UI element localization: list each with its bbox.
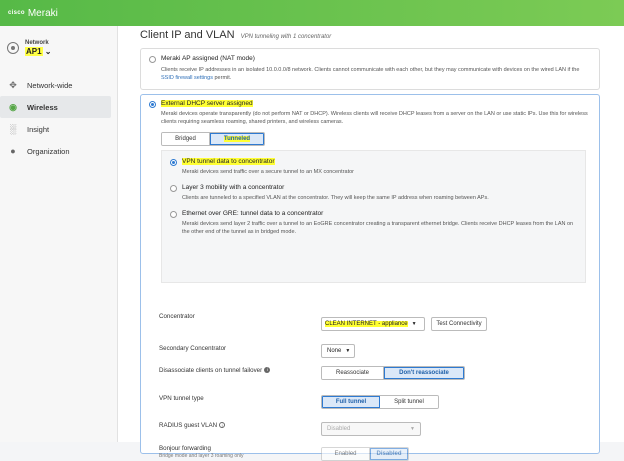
layer3-title: Layer 3 mobility with a concentrator — [182, 184, 285, 191]
vpn-tunnel-title: VPN tunnel data to concentrator — [182, 158, 275, 165]
sidebar-item-label: Wireless — [27, 102, 58, 112]
nat-option-desc: Clients receive IP addresses in an isola… — [161, 66, 591, 82]
bonjour-enabled-option[interactable]: Enabled — [322, 448, 370, 460]
tunneled-label: Tunneled — [223, 136, 251, 142]
vpn-tunnel-radio[interactable] — [170, 159, 177, 166]
dhcp-option-card[interactable]: External DHCP server assigned Meraki dev… — [140, 94, 600, 461]
network-icon — [7, 42, 19, 54]
network-selector[interactable]: Network AP1 ⌄ — [0, 26, 117, 74]
sidebar-item-label: Insight — [27, 124, 50, 134]
caret-down-icon: ▼ — [410, 426, 415, 432]
mode-segment: Bridged Tunneled — [161, 132, 265, 146]
eogre-title: Ethernet over GRE: tunnel data to a conc… — [182, 210, 324, 217]
dhcp-title-text: External DHCP server assigned — [161, 100, 253, 107]
bonjour-sub: Bridge mode and layer 3 roaming only — [159, 453, 244, 459]
dhcp-option-title: External DHCP server assigned — [161, 100, 253, 107]
bonjour-label: Bonjour forwarding — [159, 445, 211, 452]
sidebar-item-label: Network-wide — [27, 80, 73, 90]
failover-segment: Reassociate Don't reassociate — [321, 366, 465, 380]
eogre-desc: Meraki devices send layer 2 traffic over… — [182, 221, 574, 235]
secondary-value: None — [327, 348, 342, 354]
caret-down-icon: ▼ — [345, 348, 351, 354]
radius-label: RADIUS guest VLAN i — [159, 422, 226, 429]
sidebar-item-label: Organization — [27, 146, 70, 156]
concentrator-label: Concentrator — [159, 313, 195, 320]
nat-desc-text: Clients receive IP addresses in an isola… — [161, 67, 580, 73]
nat-mode-radio[interactable] — [149, 56, 156, 63]
sidebar-item-organization[interactable]: ● Organization — [0, 140, 111, 162]
sidebar-item-insight[interactable]: ░ Insight — [0, 118, 111, 140]
page-subtitle: VPN tunneling with 1 concentrator — [240, 34, 332, 40]
radius-label-text: RADIUS guest VLAN — [159, 422, 218, 429]
cisco-logo: cisco — [8, 10, 25, 16]
building-icon: ● — [10, 146, 16, 156]
nat-desc-end: permit. — [214, 75, 232, 81]
brand-name: Meraki — [27, 7, 58, 19]
layer3-desc: Clients are tunneled to a specified VLAN… — [182, 195, 489, 201]
info-icon[interactable]: i — [264, 367, 271, 374]
secondary-concentrator-label: Secondary Concentrator — [159, 345, 227, 352]
failover-label: Disassociate clients on tunnel failover i — [159, 367, 271, 374]
vpn-tunnel-title-text: VPN tunnel data to concentrator — [182, 158, 275, 165]
sidebar-item-network-wide[interactable]: ✥ Network-wide — [0, 74, 111, 96]
vpn-tunnel-desc: Meraki devices send traffic over a secur… — [182, 169, 355, 175]
ssid-firewall-link[interactable]: SSID firewall settings — [161, 75, 213, 81]
tunnel-options-panel: VPN tunnel data to concentrator Meraki d… — [161, 150, 586, 283]
split-tunnel-option[interactable]: Split tunnel — [380, 396, 438, 408]
reassociate-option[interactable]: Reassociate — [322, 367, 384, 379]
wifi-icon: ◉ — [9, 102, 17, 112]
failover-label-text: Disassociate clients on tunnel failover — [159, 367, 263, 374]
caret-down-icon: ▼ — [411, 321, 417, 327]
dhcp-radio[interactable] — [149, 101, 156, 108]
tunnel-type-label: VPN tunnel type — [159, 395, 204, 402]
bonjour-disabled-option[interactable]: Disabled — [370, 448, 408, 460]
secondary-concentrator-dropdown[interactable]: None ▼ — [321, 344, 355, 358]
sidebar: Network AP1 ⌄ ✥ Network-wide ◉ Wireless … — [0, 26, 118, 442]
tunneled-tab[interactable]: Tunneled — [210, 133, 264, 145]
bar-chart-icon: ░ — [9, 124, 17, 134]
nat-option-card[interactable]: Meraki AP assigned (NAT mode) Clients re… — [140, 48, 600, 90]
eogre-radio[interactable] — [170, 211, 177, 218]
info-icon[interactable]: i — [219, 422, 226, 429]
radius-dropdown[interactable]: Disabled ▼ — [321, 422, 421, 436]
network-label: Network — [25, 40, 49, 46]
full-tunnel-option[interactable]: Full tunnel — [322, 396, 380, 408]
layer3-radio[interactable] — [170, 185, 177, 192]
concentrator-value: CLEAN INTERNET - appliance — [325, 321, 408, 327]
network-name: AP1 — [25, 47, 43, 56]
page-title: Client IP and VLAN VPN tunneling with 1 c… — [140, 29, 331, 41]
concentrator-dropdown[interactable]: CLEAN INTERNET - appliance ▼ — [321, 317, 425, 331]
nat-option-title: Meraki AP assigned (NAT mode) — [161, 55, 255, 62]
tunnel-type-segment: Full tunnel Split tunnel — [321, 395, 439, 409]
dhcp-option-desc: Meraki devices operate transparently (do… — [161, 111, 588, 125]
main-content: Client IP and VLAN VPN tunneling with 1 c… — [118, 26, 624, 461]
chevron-down-icon: ⌄ — [44, 47, 52, 56]
test-connectivity-button[interactable]: Test Connectivity — [431, 317, 487, 331]
page-title-text: Client IP and VLAN — [140, 29, 235, 41]
bridged-tab[interactable]: Bridged — [162, 133, 210, 145]
bonjour-segment: Enabled Disabled — [321, 447, 409, 461]
network-value[interactable]: AP1 ⌄ — [25, 47, 52, 56]
network-wide-icon: ✥ — [9, 80, 17, 90]
top-bar: cisco Meraki — [0, 0, 624, 26]
sidebar-item-wireless[interactable]: ◉ Wireless — [0, 96, 111, 118]
radius-value: Disabled — [327, 426, 351, 432]
dont-reassociate-option[interactable]: Don't reassociate — [384, 367, 464, 379]
